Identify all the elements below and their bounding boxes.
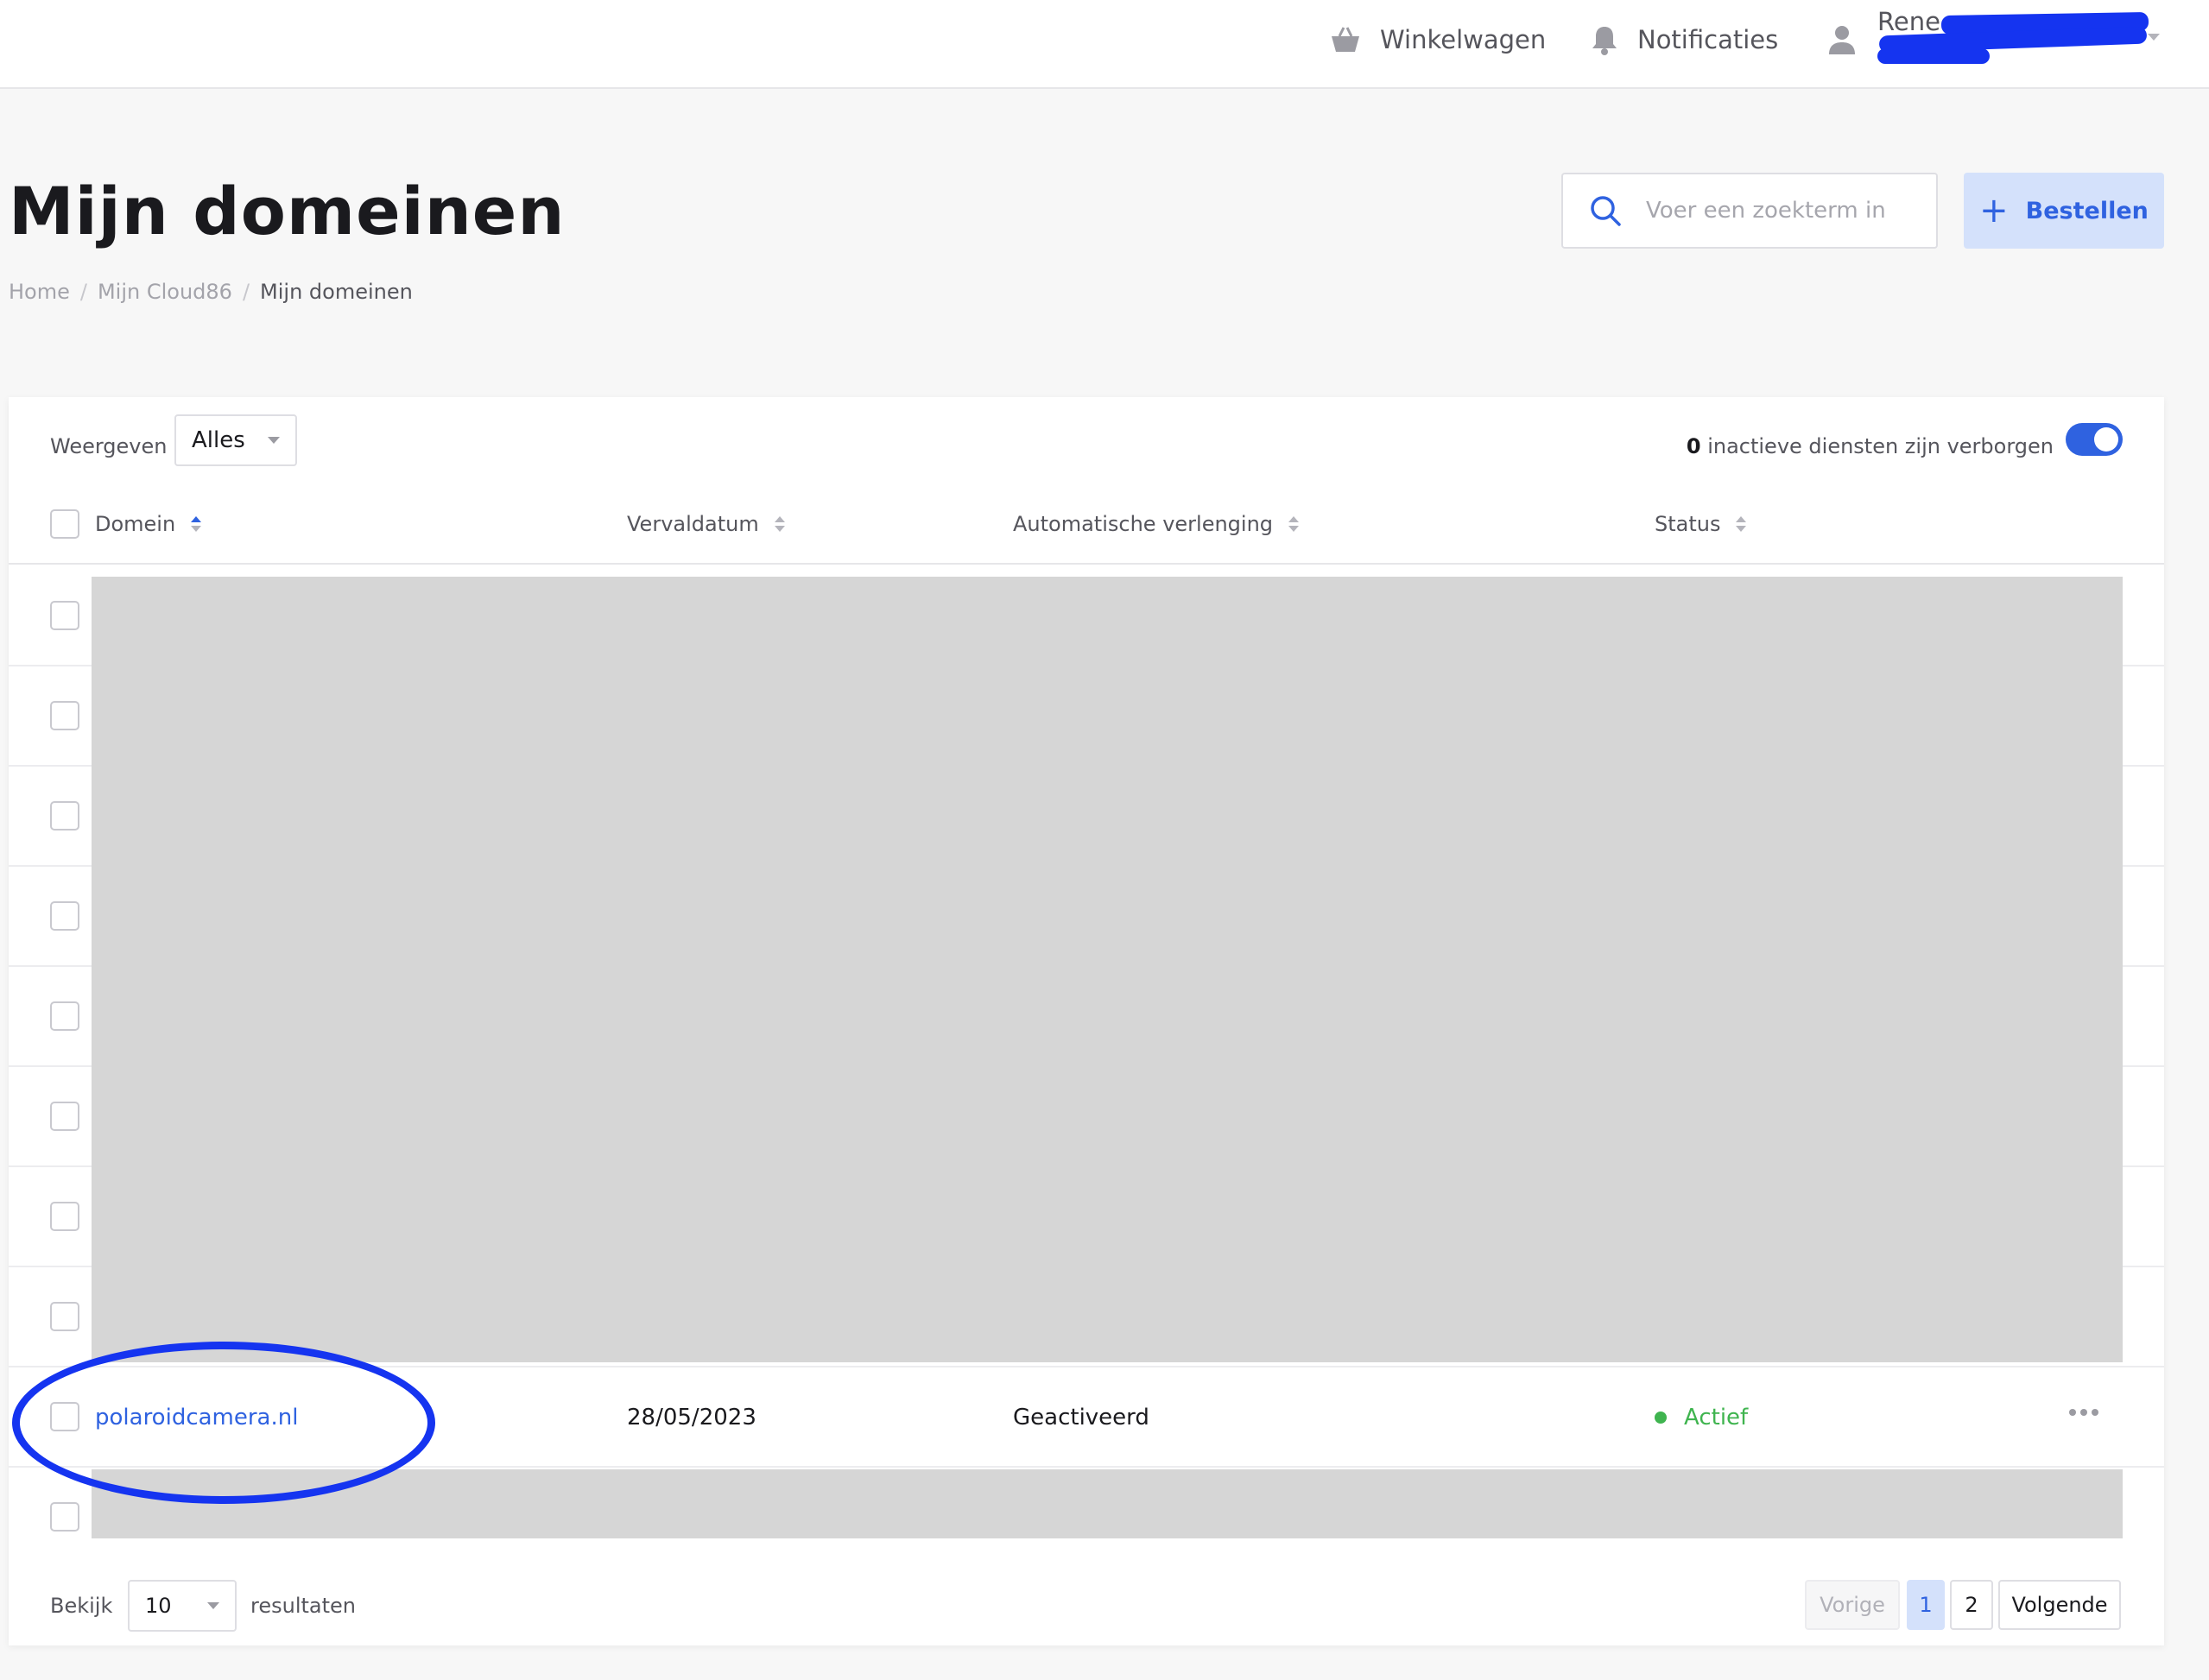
status-dot-icon xyxy=(1655,1412,1667,1424)
chevron-down-icon xyxy=(268,437,280,444)
top-bar: Winkelwagen Notificaties Rene xyxy=(0,0,2209,89)
row-checkbox[interactable] xyxy=(50,901,79,931)
column-expiry-label: Vervaldatum xyxy=(627,512,759,536)
user-menu[interactable] xyxy=(1827,19,1857,60)
show-filter-label: Weergeven xyxy=(50,434,168,458)
row-checkbox[interactable] xyxy=(50,1001,79,1031)
toggle-knob xyxy=(2094,427,2118,452)
column-auto-renewal-label: Automatische verlenging xyxy=(1013,512,1274,536)
sort-icon xyxy=(191,516,202,532)
domain-link[interactable]: polaroidcamera.nl xyxy=(95,1405,298,1431)
next-page-button[interactable]: Volgende xyxy=(1998,1580,2121,1630)
inactive-services-note: 0 inactieve diensten zijn verborgen xyxy=(1687,425,2054,468)
show-filter-select[interactable]: Alles xyxy=(174,414,297,466)
user-icon xyxy=(1829,26,1855,54)
user-name[interactable]: Rene xyxy=(1877,7,1940,36)
breadcrumb-separator: / xyxy=(79,280,87,304)
breadcrumb-current: Mijn domeinen xyxy=(260,280,413,304)
basket-icon xyxy=(1332,27,1359,52)
more-options-icon[interactable] xyxy=(2069,1409,2103,1416)
row-checkbox[interactable] xyxy=(50,801,79,831)
row-checkbox[interactable] xyxy=(50,601,79,630)
page-size-select[interactable]: 10 xyxy=(128,1580,237,1632)
cart-link[interactable]: Winkelwagen xyxy=(1330,19,1546,60)
previous-page-button[interactable]: Vorige xyxy=(1805,1580,1900,1630)
row-checkbox[interactable] xyxy=(50,1402,79,1431)
search-icon xyxy=(1591,196,1621,226)
chevron-down-icon[interactable] xyxy=(2147,33,2161,41)
order-button-label: Bestellen xyxy=(2025,197,2149,224)
results-label: resultaten xyxy=(250,1594,356,1618)
notifications-label: Notificaties xyxy=(1637,25,1779,54)
breadcrumb-home[interactable]: Home xyxy=(9,280,70,304)
row-checkbox[interactable] xyxy=(50,1502,79,1532)
inactive-text: inactieve diensten zijn verborgen xyxy=(1707,434,2054,458)
page-1-button[interactable]: 1 xyxy=(1907,1580,1945,1630)
column-status[interactable]: Status xyxy=(1655,483,1747,565)
page-size-label: Bekijk xyxy=(50,1594,113,1618)
row-checkbox[interactable] xyxy=(50,701,79,730)
bell-icon xyxy=(1592,27,1617,55)
table-header: Domein Vervaldatum Automatische verlengi… xyxy=(9,483,2164,565)
column-status-label: Status xyxy=(1655,512,1721,536)
column-domain-label: Domein xyxy=(95,512,176,536)
column-expiry[interactable]: Vervaldatum xyxy=(627,483,785,565)
row-checkbox[interactable] xyxy=(50,1202,79,1231)
inactive-count: 0 xyxy=(1686,434,1701,458)
cart-label: Winkelwagen xyxy=(1380,25,1547,54)
search-box[interactable] xyxy=(1561,173,1938,249)
auto-renewal-cell: Geactiveerd xyxy=(1013,1405,1149,1431)
breadcrumb-mijn-cloud86[interactable]: Mijn Cloud86 xyxy=(98,280,232,304)
domain-cell: polaroidcamera.nl xyxy=(95,1367,298,1468)
show-filter-value: Alles xyxy=(192,427,245,453)
breadcrumb-separator: / xyxy=(242,280,250,304)
redacted-area xyxy=(92,577,2123,1362)
sort-icon xyxy=(1736,516,1747,532)
hide-inactive-toggle[interactable] xyxy=(2066,423,2123,456)
status-cell: Actief xyxy=(1655,1367,1748,1468)
status-badge: Actief xyxy=(1684,1405,1749,1431)
page-title: Mijn domeinen xyxy=(9,173,566,249)
row-checkbox[interactable] xyxy=(50,1302,79,1331)
expiry-cell: 28/05/2023 xyxy=(627,1405,756,1431)
chevron-down-icon xyxy=(207,1602,219,1609)
select-all-checkbox[interactable] xyxy=(50,509,79,539)
redacted-area xyxy=(92,1469,2123,1538)
notifications-link[interactable]: Notificaties xyxy=(1591,19,1778,60)
order-button[interactable]: + Bestellen xyxy=(1964,173,2164,249)
breadcrumb: Home / Mijn Cloud86 / Mijn domeinen xyxy=(9,280,413,304)
sort-icon xyxy=(774,516,785,532)
search-input[interactable] xyxy=(1646,198,1922,224)
page-size-value: 10 xyxy=(145,1594,172,1618)
domains-card: Weergeven Alles 0 inactieve diensten zij… xyxy=(9,397,2164,1645)
row-checkbox[interactable] xyxy=(50,1102,79,1131)
column-auto-renewal[interactable]: Automatische verlenging xyxy=(1013,483,1300,565)
column-domain[interactable]: Domein xyxy=(95,483,202,565)
page-2-button[interactable]: 2 xyxy=(1950,1580,1993,1630)
table-row-polaroidcamera[interactable]: polaroidcamera.nl 28/05/2023 Geactiveerd… xyxy=(9,1367,2164,1468)
plus-icon: + xyxy=(1979,191,2009,231)
sort-icon xyxy=(1288,516,1300,532)
